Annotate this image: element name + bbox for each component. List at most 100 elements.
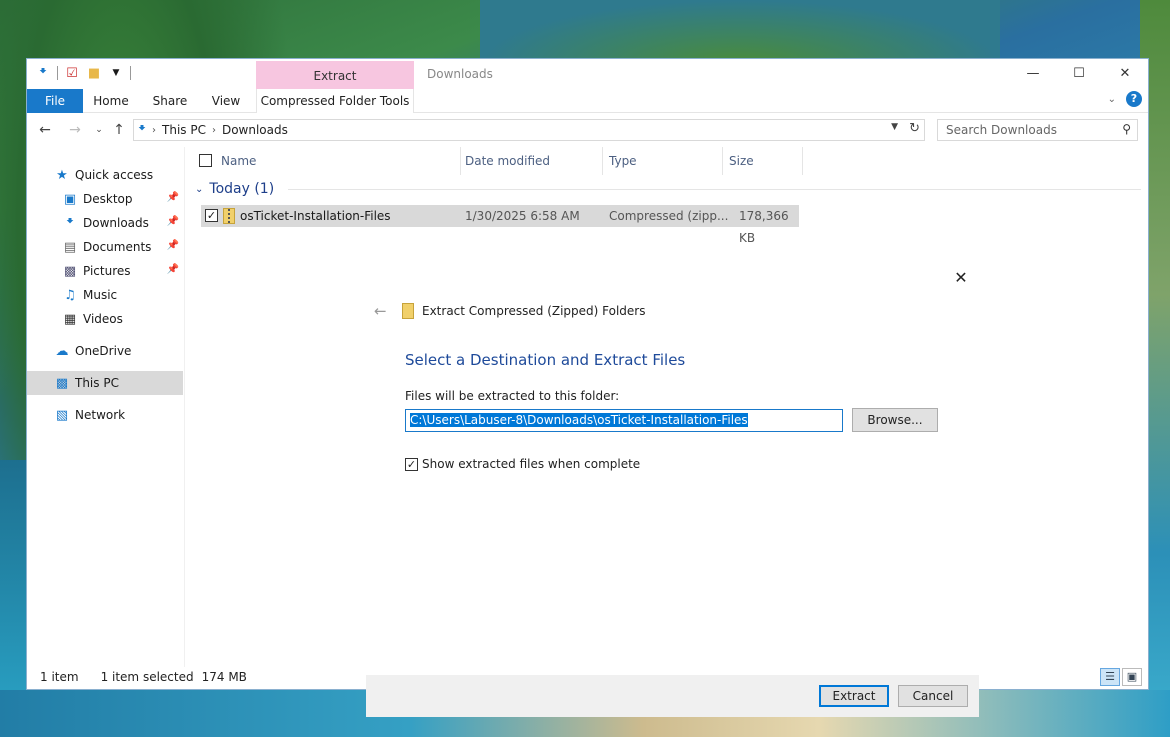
- column-header-size[interactable]: Size: [723, 147, 803, 175]
- table-row[interactable]: ✓ osTicket-Installation-Files 1/30/2025 …: [201, 205, 799, 245]
- address-bar[interactable]: 🠻 › This PC › Downloads ▼ ↻: [133, 119, 925, 141]
- pin-icon[interactable]: 📌: [167, 192, 179, 203]
- tab-view[interactable]: View: [203, 89, 249, 113]
- sidebar-item-label: This PC: [75, 376, 119, 390]
- chevron-down-icon[interactable]: ⌄: [195, 184, 203, 195]
- sidebar-item-onedrive[interactable]: ☁ OneDrive: [27, 339, 183, 363]
- show-files-checkbox[interactable]: ✓: [405, 457, 418, 471]
- up-icon[interactable]: ↑: [109, 120, 129, 140]
- breadcrumb-this-pc[interactable]: This PC: [162, 123, 206, 137]
- file-date: 1/30/2025 6:58 AM: [465, 209, 580, 223]
- desktop-icon: ▣: [63, 191, 77, 207]
- context-tab-extract[interactable]: Extract: [256, 61, 414, 89]
- refresh-icon[interactable]: ↻: [909, 121, 920, 136]
- column-header-type[interactable]: Type: [603, 147, 723, 175]
- new-folder-icon[interactable]: ■: [86, 65, 102, 81]
- sidebar-item-desktop[interactable]: ▣ Desktop 📌: [27, 187, 183, 211]
- expand-ribbon-icon[interactable]: ⌄: [1108, 94, 1116, 105]
- navigation-bar: ← → ⌄ ↑ 🠻 › This PC › Downloads ▼ ↻ Sear…: [27, 117, 1148, 143]
- cloud-icon: ☁: [55, 343, 69, 359]
- search-icon: ⚲: [1122, 122, 1131, 136]
- sidebar-item-music[interactable]: ♫ Music: [27, 283, 183, 307]
- sidebar-item-label: Videos: [83, 312, 123, 326]
- video-icon: ▦: [63, 311, 77, 327]
- show-files-label: Show extracted files when complete: [422, 457, 641, 471]
- download-arrow-icon: 🠻: [138, 121, 147, 136]
- sidebar-item-label: Downloads: [83, 216, 149, 230]
- pin-icon[interactable]: 📌: [167, 264, 179, 275]
- sidebar-item-pictures[interactable]: ▩ Pictures 📌: [27, 259, 183, 283]
- group-label: Today (1): [209, 181, 275, 197]
- quick-access-toolbar: 🠻 ☑ ■ ▼: [35, 64, 131, 81]
- maximize-icon[interactable]: ☐: [1056, 59, 1102, 87]
- sidebar-item-documents[interactable]: ▤ Documents 📌: [27, 235, 183, 259]
- sidebar-item-label: OneDrive: [75, 344, 132, 358]
- search-input[interactable]: Search Downloads ⚲: [937, 119, 1138, 141]
- status-selected: 1 item selected: [100, 670, 194, 684]
- zip-folder-icon: [402, 303, 414, 319]
- sidebar-item-downloads[interactable]: 🠻 Downloads 📌: [27, 211, 183, 235]
- download-icon: 🠻: [65, 214, 74, 229]
- details-view-icon[interactable]: ☰: [1100, 668, 1120, 686]
- browse-button[interactable]: Browse...: [852, 408, 938, 432]
- sidebar-item-label: Pictures: [83, 264, 131, 278]
- sidebar-item-label: Documents: [83, 240, 152, 254]
- sidebar-item-label: Desktop: [83, 192, 133, 206]
- sidebar-item-network[interactable]: ▧ Network: [27, 403, 183, 427]
- network-icon: ▧: [55, 407, 69, 423]
- chevron-down-icon[interactable]: ▼: [891, 122, 898, 132]
- chevron-right-icon[interactable]: ›: [212, 125, 216, 136]
- window-title: Downloads: [427, 67, 493, 81]
- document-icon: ▤: [63, 239, 77, 255]
- close-icon[interactable]: ✕: [951, 268, 971, 288]
- row-checkbox[interactable]: ✓: [205, 209, 218, 222]
- group-divider: [288, 188, 1141, 190]
- file-type: Compressed (zipp...: [609, 209, 729, 223]
- back-icon[interactable]: ←: [374, 302, 394, 320]
- close-icon[interactable]: ✕: [1102, 59, 1148, 87]
- title-bar: 🠻 ☑ ■ ▼ Extract Downloads — ☐ ✕: [27, 59, 1148, 89]
- breadcrumb-downloads[interactable]: Downloads: [222, 123, 288, 137]
- tab-compressed-folder-tools[interactable]: Compressed Folder Tools: [256, 89, 414, 113]
- show-files-option[interactable]: ✓ Show extracted files when complete: [405, 457, 640, 471]
- sidebar-item-this-pc[interactable]: ▩ This PC: [27, 371, 183, 395]
- sidebar-item-label: Music: [83, 288, 118, 302]
- extract-button[interactable]: Extract: [819, 685, 889, 707]
- chevron-right-icon[interactable]: ›: [152, 125, 156, 136]
- window-controls: — ☐ ✕: [1010, 59, 1148, 87]
- pin-icon[interactable]: 📌: [167, 240, 179, 251]
- recent-locations-icon[interactable]: ⌄: [89, 120, 109, 140]
- group-header-today[interactable]: ⌄ Today (1): [195, 181, 1141, 197]
- cancel-button[interactable]: Cancel: [898, 685, 968, 707]
- pin-icon[interactable]: 📌: [167, 216, 179, 227]
- view-switcher: ☰ ▣: [1100, 668, 1142, 686]
- separator: [130, 66, 131, 80]
- customize-dropdown-icon[interactable]: ▼: [108, 65, 124, 81]
- separator: [57, 66, 58, 80]
- sidebar-item-label: Network: [75, 408, 126, 422]
- destination-path-input[interactable]: C:\Users\Labuser-8\Downloads\osTicket-In…: [405, 409, 843, 432]
- sidebar-item-videos[interactable]: ▦ Videos: [27, 307, 183, 331]
- forward-icon[interactable]: →: [65, 120, 85, 140]
- column-header-date[interactable]: Date modified: [459, 147, 603, 175]
- properties-icon[interactable]: ☑: [64, 65, 80, 81]
- dialog-heading: Select a Destination and Extract Files: [405, 351, 686, 369]
- large-icons-view-icon[interactable]: ▣: [1122, 668, 1142, 686]
- tab-share[interactable]: Share: [145, 89, 195, 113]
- music-icon: ♫: [64, 287, 76, 303]
- dialog-footer: Extract Cancel: [366, 675, 979, 717]
- destination-label: Files will be extracted to this folder:: [405, 389, 620, 403]
- tab-file[interactable]: File: [27, 89, 83, 113]
- minimize-icon[interactable]: —: [1010, 59, 1056, 87]
- help-icon[interactable]: ?: [1126, 91, 1142, 107]
- download-arrow-icon[interactable]: 🠻: [35, 64, 51, 81]
- column-headers: Name Date modified Type Size: [189, 147, 1144, 175]
- sidebar-item-quick-access[interactable]: ★ Quick access: [27, 163, 183, 187]
- select-all-checkbox[interactable]: [199, 154, 212, 167]
- navigation-pane: ★ Quick access ▣ Desktop 📌 🠻 Downloads 📌…: [27, 147, 185, 667]
- column-header-name[interactable]: Name: [215, 147, 461, 175]
- ribbon-controls: ⌄ ?: [1108, 91, 1142, 107]
- tab-home[interactable]: Home: [85, 89, 137, 113]
- back-icon[interactable]: ←: [35, 120, 55, 140]
- computer-icon: ▩: [55, 375, 69, 391]
